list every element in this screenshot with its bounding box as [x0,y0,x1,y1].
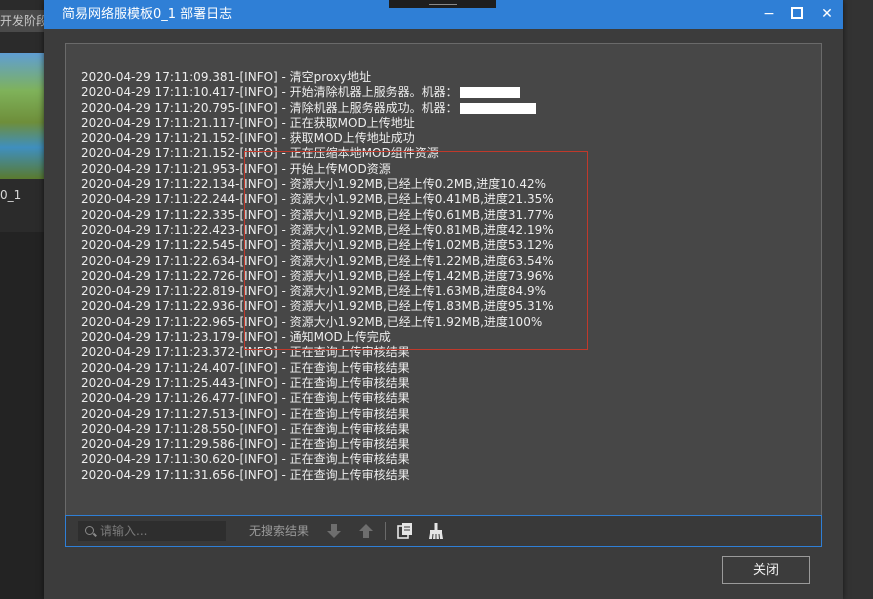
redacted-value [459,87,520,99]
log-line-text: 2020-04-29 17:11:22.244-[INFO] - 资源大小1.9… [81,192,554,207]
search-icon [85,526,94,535]
dialog-title: 简易网络服模板0_1 部署日志 [62,7,233,22]
log-line-text: 2020-04-29 17:11:21.953-[INFO] - 开始上传MOD… [81,161,391,176]
log-line: 2020-04-29 17:11:23.372-[INFO] - 正在查询上传审… [81,345,801,360]
log-line: 2020-04-29 17:11:21.152-[INFO] - 正在压缩本地M… [81,146,801,161]
log-line: 2020-04-29 17:11:10.417-[INFO] - 开始清除机器上… [81,85,801,100]
log-line: 2020-04-29 17:11:21.152-[INFO] - 获取MOD上传… [81,131,801,146]
log-line: 2020-04-29 17:11:30.620-[INFO] - 正在查询上传审… [81,452,801,467]
arrow-up-icon[interactable] [356,521,376,541]
log-line: 2020-04-29 17:11:22.244-[INFO] - 资源大小1.9… [81,192,801,207]
log-line-text: 2020-04-29 17:11:22.423-[INFO] - 资源大小1.9… [81,222,554,237]
log-line: 2020-04-29 17:11:22.335-[INFO] - 资源大小1.9… [81,208,801,223]
arrow-down-icon[interactable] [324,521,344,541]
drag-handle[interactable] [389,0,496,8]
background-thumbnail[interactable] [0,53,44,179]
log-line-text: 2020-04-29 17:11:22.965-[INFO] - 资源大小1.9… [81,314,543,329]
log-line-text: 2020-04-29 17:11:22.335-[INFO] - 资源大小1.9… [81,207,554,222]
log-line-text: 2020-04-29 17:11:27.513-[INFO] - 正在查询上传审… [81,406,410,421]
log-line: 2020-04-29 17:11:31.656-[INFO] - 正在查询上传审… [81,468,801,483]
drag-handle-line [429,4,457,5]
log-line: 2020-04-29 17:11:25.443-[INFO] - 正在查询上传审… [81,376,801,391]
background-panel [0,232,44,599]
background-thumbnail-label: 0_1 [0,188,22,202]
redacted-value [459,102,536,114]
broom-icon[interactable] [426,521,446,541]
log-line: 2020-04-29 17:11:23.179-[INFO] - 通知MOD上传… [81,330,801,345]
log-line: 2020-04-29 17:11:22.423-[INFO] - 资源大小1.9… [81,223,801,238]
log-line-text: 2020-04-29 17:11:22.545-[INFO] - 资源大小1.9… [81,238,554,253]
log-line-text: 2020-04-29 17:11:28.550-[INFO] - 正在查询上传审… [81,421,410,436]
log-line: 2020-04-29 17:11:24.407-[INFO] - 正在查询上传审… [81,361,801,376]
log-line: 2020-04-29 17:11:22.965-[INFO] - 资源大小1.9… [81,315,801,330]
minimize-button[interactable]: − [754,0,784,29]
log-line-text: 2020-04-29 17:11:22.634-[INFO] - 资源大小1.9… [81,253,554,268]
log-line: 2020-04-29 17:11:27.513-[INFO] - 正在查询上传审… [81,407,801,422]
log-line-text: 2020-04-29 17:11:21.117-[INFO] - 正在获取MOD… [81,115,415,130]
log-line: 2020-04-29 17:11:28.550-[INFO] - 正在查询上传审… [81,422,801,437]
log-line: 2020-04-29 17:11:22.819-[INFO] - 资源大小1.9… [81,284,801,299]
log-line-text: 2020-04-29 17:11:29.586-[INFO] - 正在查询上传审… [81,437,410,452]
log-line-text: 2020-04-29 17:11:30.620-[INFO] - 正在查询上传审… [81,452,410,467]
log-line: 2020-04-29 17:11:21.117-[INFO] - 正在获取MOD… [81,116,801,131]
log-line-text: 2020-04-29 17:11:23.372-[INFO] - 正在查询上传审… [81,345,410,360]
log-line-text: 2020-04-29 17:11:23.179-[INFO] - 通知MOD上传… [81,330,391,345]
log-line: 2020-04-29 17:11:26.477-[INFO] - 正在查询上传审… [81,391,801,406]
log-line-text: 2020-04-29 17:11:21.152-[INFO] - 正在压缩本地M… [81,146,439,161]
log-line: 2020-04-29 17:11:22.936-[INFO] - 资源大小1.9… [81,299,801,314]
background-right-strip [843,0,873,599]
maximize-button[interactable] [782,0,812,29]
copy-icon[interactable] [395,521,415,541]
log-toolbar: 无搜索结果 [65,515,822,547]
log-line: 2020-04-29 17:11:09.381-[INFO] - 清空proxy… [81,70,801,85]
log-line-text: 2020-04-29 17:11:31.656-[INFO] - 正在查询上传审… [81,467,410,482]
maximize-icon [791,7,803,19]
log-line-text: 2020-04-29 17:11:25.443-[INFO] - 正在查询上传审… [81,375,410,390]
log-line-text: 2020-04-29 17:11:26.477-[INFO] - 正在查询上传审… [81,391,410,406]
log-line: 2020-04-29 17:11:29.586-[INFO] - 正在查询上传审… [81,437,801,452]
close-button[interactable]: 关闭 [722,556,810,584]
log-line-text: 2020-04-29 17:11:22.819-[INFO] - 资源大小1.9… [81,284,547,299]
deploy-log-dialog: 简易网络服模板0_1 部署日志 − ✕ 2020-04-29 17:11:09.… [44,0,843,599]
close-window-button[interactable]: ✕ [812,0,842,29]
log-line: 2020-04-29 17:11:21.953-[INFO] - 开始上传MOD… [81,162,801,177]
log-line-text: 2020-04-29 17:11:22.936-[INFO] - 资源大小1.9… [81,299,554,314]
dialog-titlebar[interactable]: 简易网络服模板0_1 部署日志 − ✕ [44,0,843,29]
toolbar-separator [385,522,386,540]
log-line-text: 2020-04-29 17:11:22.134-[INFO] - 资源大小1.9… [81,177,547,192]
log-panel[interactable]: 2020-04-29 17:11:09.381-[INFO] - 清空proxy… [65,43,822,517]
log-line-text: 2020-04-29 17:11:22.726-[INFO] - 资源大小1.9… [81,268,554,283]
log-line-text: 2020-04-29 17:11:10.417-[INFO] - 开始清除机器上… [81,85,458,100]
background-tab[interactable]: 开发阶段 [0,10,44,32]
log-lines: 2020-04-29 17:11:09.381-[INFO] - 清空proxy… [81,70,801,483]
search-result-status: 无搜索结果 [249,524,310,538]
log-line: 2020-04-29 17:11:22.134-[INFO] - 资源大小1.9… [81,177,801,192]
search-box[interactable] [78,521,226,541]
log-line: 2020-04-29 17:11:22.545-[INFO] - 资源大小1.9… [81,238,801,253]
log-line-text: 2020-04-29 17:11:20.795-[INFO] - 清除机器上服务… [81,100,458,115]
log-line-text: 2020-04-29 17:11:24.407-[INFO] - 正在查询上传审… [81,360,410,375]
log-line-text: 2020-04-29 17:11:09.381-[INFO] - 清空proxy… [81,70,372,84]
log-line: 2020-04-29 17:11:22.726-[INFO] - 资源大小1.9… [81,269,801,284]
log-line: 2020-04-29 17:11:22.634-[INFO] - 资源大小1.9… [81,254,801,269]
log-line: 2020-04-29 17:11:20.795-[INFO] - 清除机器上服务… [81,101,801,116]
search-input[interactable] [100,521,220,541]
log-line-text: 2020-04-29 17:11:21.152-[INFO] - 获取MOD上传… [81,131,415,146]
